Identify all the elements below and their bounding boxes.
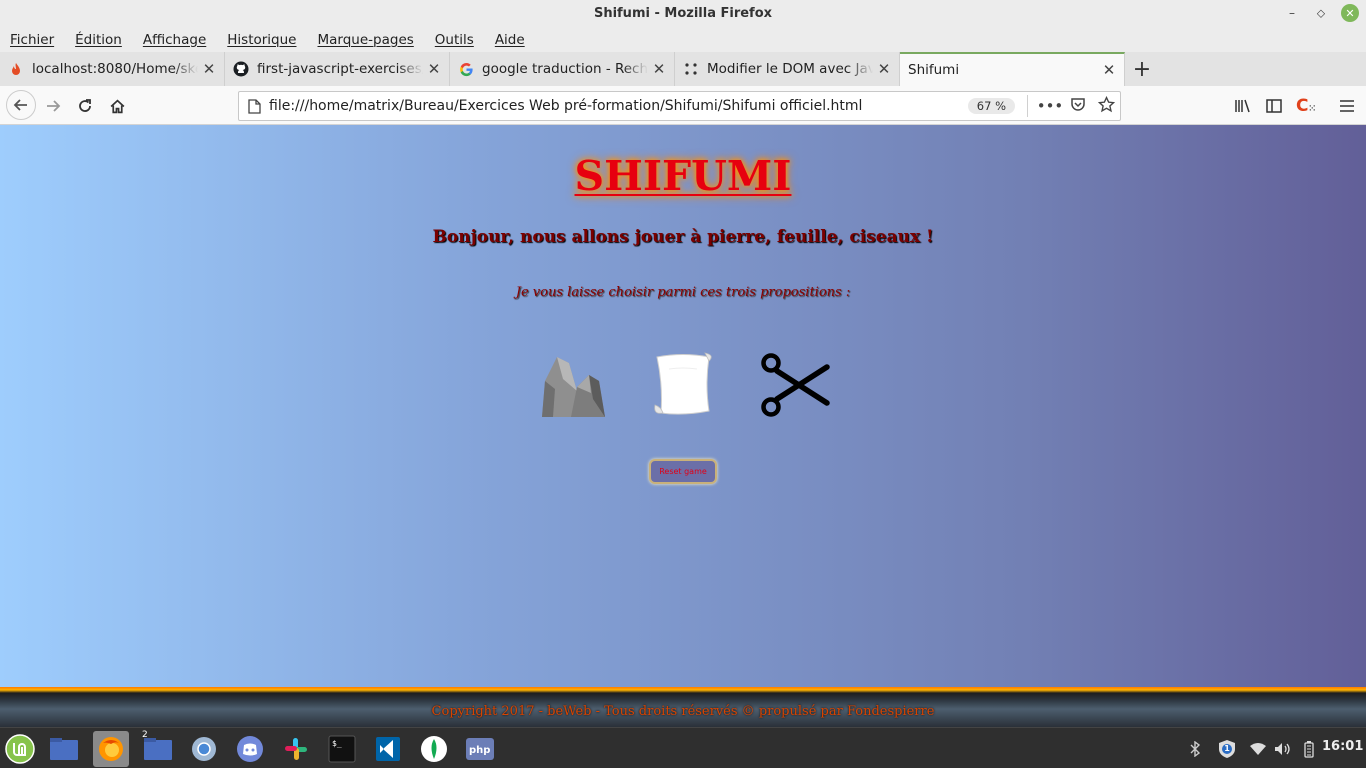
svg-text:php: php	[469, 745, 490, 756]
sidebar-button[interactable]	[1260, 92, 1288, 120]
choice-prompt: Je vous laisse choisir parmi ces trois p…	[515, 285, 851, 300]
files-icon[interactable]	[46, 731, 82, 767]
tab-github[interactable]: first-javascript-exercises/Ex ✕	[225, 52, 450, 86]
mongodb-icon[interactable]	[416, 731, 452, 767]
tab-label: first-javascript-exercises/Ex	[257, 61, 423, 77]
tab-google[interactable]: google traduction - Recherc ✕	[450, 52, 675, 86]
close-window-icon[interactable]: ✕	[1341, 4, 1359, 22]
tab-label: Shifumi	[908, 62, 960, 78]
url-separator	[1027, 95, 1028, 117]
navigation-bar: file:///home/matrix/Bureau/Exercices Web…	[0, 86, 1366, 125]
menu-affichage[interactable]: Affichage	[143, 32, 206, 48]
terminal-icon[interactable]: $_	[324, 731, 360, 767]
menu-marque-pages[interactable]: Marque-pages	[318, 32, 414, 48]
reload-button[interactable]	[71, 92, 99, 120]
back-button[interactable]	[6, 90, 36, 120]
github-icon	[233, 61, 249, 77]
page-title: SHIFUMI	[574, 152, 792, 200]
file-manager-icon[interactable]: 2	[140, 730, 176, 767]
forward-arrow-icon	[47, 100, 61, 112]
menu-fichier[interactable]: Fichier	[10, 32, 54, 48]
tab-label: google traduction - Recherc	[482, 61, 648, 77]
mint-menu-icon[interactable]	[2, 731, 38, 767]
sidebar-icon	[1266, 99, 1282, 113]
library-button[interactable]	[1229, 92, 1257, 120]
workspace-badge: 2	[142, 730, 148, 740]
update-count: 1	[1224, 744, 1230, 753]
greeting-text: Bonjour, nous allons jouer à pierre, feu…	[432, 227, 934, 247]
open-menu-button[interactable]	[1333, 92, 1361, 120]
tab-modifier-dom[interactable]: Modifier le DOM avec Javas ✕	[675, 52, 900, 86]
window-title: Shifumi - Mozilla Firefox	[593, 6, 773, 21]
pocket-icon[interactable]	[1064, 96, 1092, 116]
bookmark-star-icon[interactable]	[1092, 95, 1120, 117]
new-tab-button[interactable]: +	[1125, 52, 1159, 86]
scissors-choice-icon[interactable]	[759, 349, 831, 421]
paper-choice-icon[interactable]	[647, 349, 719, 421]
menu-bar: Fichier Édition Affichage Historique Mar…	[0, 27, 1366, 52]
google-icon	[458, 61, 474, 77]
back-arrow-icon	[13, 99, 27, 111]
close-tab-icon[interactable]: ✕	[1098, 61, 1120, 79]
url-text[interactable]: file:///home/matrix/Bureau/Exercices Web…	[269, 98, 968, 114]
extension-button[interactable]: C⁙	[1292, 92, 1320, 120]
slack-icon[interactable]	[278, 731, 314, 767]
tab-label: localhost:8080/Home/skel_	[32, 61, 198, 77]
battery-icon[interactable]	[1300, 728, 1318, 768]
page-icon	[239, 98, 269, 114]
home-icon	[110, 99, 124, 113]
bluetooth-icon[interactable]	[1186, 728, 1204, 768]
svg-text:$_: $_	[332, 739, 342, 748]
page-viewport: SHIFUMI Bonjour, nous allons jouer à pie…	[0, 125, 1366, 727]
page-actions-icon[interactable]: •••	[1036, 97, 1064, 115]
grid-dots-icon	[683, 61, 699, 77]
address-bar[interactable]: file:///home/matrix/Bureau/Exercices Web…	[238, 91, 1121, 121]
tab-bar: localhost:8080/Home/skel_ ✕ first-javasc…	[0, 52, 1366, 86]
menu-historique[interactable]: Historique	[227, 32, 296, 48]
close-tab-icon[interactable]: ✕	[873, 60, 895, 78]
taskbar: 2 $_ php 1 16:01	[0, 727, 1366, 768]
menu-edition[interactable]: Édition	[75, 32, 122, 48]
rock-choice-icon[interactable]	[537, 349, 609, 421]
library-icon	[1235, 99, 1250, 113]
page-footer: Copyright 2017 - beWeb - Tous droits rés…	[0, 687, 1366, 727]
minimize-icon[interactable]: –	[1283, 4, 1301, 22]
close-tab-icon[interactable]: ✕	[423, 60, 445, 78]
maximize-icon[interactable]: ⬦	[1312, 4, 1330, 22]
menu-outils[interactable]: Outils	[435, 32, 474, 48]
localhost-flame-icon	[8, 61, 24, 77]
extension-c-icon: C⁙	[1295, 96, 1317, 116]
zoom-level-badge[interactable]: 67 %	[967, 98, 1015, 114]
close-tab-icon[interactable]: ✕	[648, 60, 670, 78]
shield-update-icon[interactable]: 1	[1216, 728, 1238, 768]
wifi-icon[interactable]	[1248, 728, 1268, 768]
tab-label: Modifier le DOM avec Javas	[707, 61, 873, 77]
vscode-icon[interactable]	[370, 731, 406, 767]
clock[interactable]: 16:01	[1322, 739, 1363, 754]
php-icon[interactable]: php	[462, 731, 498, 767]
menu-aide[interactable]: Aide	[495, 32, 525, 48]
tab-localhost[interactable]: localhost:8080/Home/skel_ ✕	[0, 52, 225, 86]
firefox-icon[interactable]	[93, 731, 129, 767]
close-tab-icon[interactable]: ✕	[198, 60, 220, 78]
forward-button[interactable]	[39, 92, 67, 120]
volume-icon[interactable]	[1273, 728, 1293, 768]
chromium-icon[interactable]	[186, 731, 222, 767]
hamburger-menu-icon	[1340, 100, 1354, 112]
reset-game-button[interactable]: Reset game	[649, 459, 717, 484]
copyright-text: Copyright 2017 - beWeb - Tous droits rés…	[431, 703, 935, 719]
tab-shifumi[interactable]: Shifumi ✕	[900, 52, 1125, 86]
discord-icon[interactable]	[232, 731, 268, 767]
window-titlebar: Shifumi - Mozilla Firefox – ⬦ ✕	[0, 0, 1366, 27]
home-button[interactable]	[103, 92, 131, 120]
reload-icon	[79, 99, 91, 112]
